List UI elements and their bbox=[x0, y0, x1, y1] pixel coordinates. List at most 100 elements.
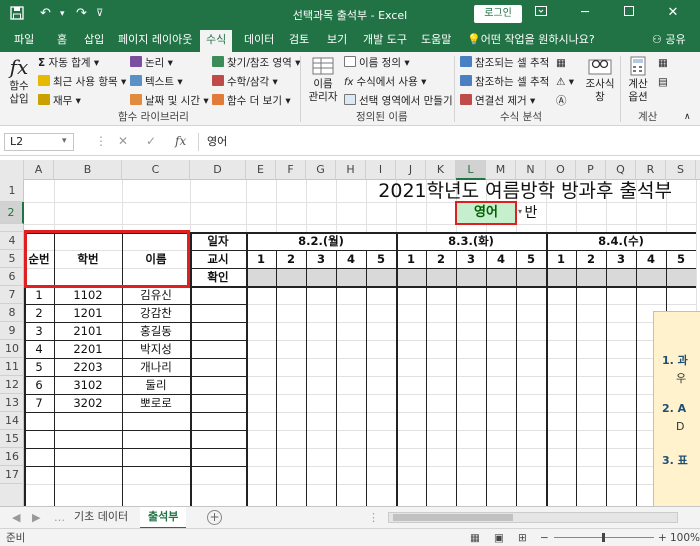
normal-view-icon[interactable]: ▦ bbox=[470, 531, 480, 545]
calculate-now-icon[interactable]: ▦ bbox=[658, 56, 668, 70]
row-header-7[interactable]: 7 bbox=[0, 286, 24, 304]
share-button[interactable]: ⚇ 공유 bbox=[652, 32, 686, 48]
column-header-b[interactable]: B bbox=[54, 160, 122, 180]
use-in-formula-button[interactable]: fx 수식에서 사용 ▾ bbox=[344, 75, 426, 90]
ribbon-display-icon[interactable] bbox=[530, 4, 552, 22]
add-sheet-icon[interactable]: + bbox=[207, 510, 222, 525]
column-header-k[interactable]: K bbox=[426, 160, 456, 180]
column-header-g[interactable]: G bbox=[306, 160, 336, 180]
column-header-e[interactable]: E bbox=[246, 160, 276, 180]
column-header-a[interactable]: A bbox=[24, 160, 54, 180]
more-functions-button[interactable]: 함수 더 보기 ▾ bbox=[212, 94, 291, 108]
evaluate-formula-icon[interactable]: Ⓐ bbox=[556, 94, 567, 108]
page-layout-view-icon[interactable]: ▣ bbox=[494, 531, 504, 545]
row-header-6[interactable]: 6 bbox=[0, 268, 24, 286]
column-header-n[interactable]: N bbox=[516, 160, 546, 180]
row-header-8[interactable]: 8 bbox=[0, 304, 24, 322]
name-manager-button[interactable]: 이름 관리자 bbox=[306, 56, 340, 104]
insert-function-fx-icon[interactable]: fx bbox=[175, 133, 186, 149]
logical-button[interactable]: 논리 ▾ bbox=[130, 56, 173, 70]
instruction-shape[interactable]: 1. 과 우 2. A D 3. 표 bbox=[653, 311, 700, 506]
tab-help[interactable]: 도움말 bbox=[421, 32, 451, 52]
select-all-corner[interactable] bbox=[0, 160, 24, 180]
recent-functions-button[interactable]: 최근 사용 항목 ▾ bbox=[38, 75, 126, 89]
trace-precedents-button[interactable]: 참조되는 셀 추적 bbox=[460, 56, 549, 70]
datetime-button[interactable]: 날짜 및 시간 ▾ bbox=[130, 94, 209, 108]
define-name-button[interactable]: 이름 정의 ▾ bbox=[344, 56, 410, 70]
column-header-q[interactable]: Q bbox=[606, 160, 636, 180]
column-header-i[interactable]: I bbox=[366, 160, 396, 180]
text-functions-button[interactable]: 텍스트 ▾ bbox=[130, 75, 183, 89]
row-header-13[interactable]: 13 bbox=[0, 394, 24, 412]
validation-dropdown-icon[interactable]: ▾ bbox=[518, 207, 522, 216]
row-header-3[interactable]: 3 bbox=[0, 224, 24, 232]
sheet-tab-attendance[interactable]: 출석부 bbox=[140, 507, 187, 529]
horizontal-scrollbar[interactable] bbox=[388, 512, 678, 523]
row-header-15[interactable]: 15 bbox=[0, 430, 24, 448]
tab-data[interactable]: 데이터 bbox=[244, 32, 274, 52]
column-header-f[interactable]: F bbox=[276, 160, 306, 180]
column-header-l[interactable]: L bbox=[456, 160, 486, 180]
zoom-out-icon[interactable]: − bbox=[540, 531, 549, 545]
row-header-10[interactable]: 10 bbox=[0, 340, 24, 358]
minimize-icon[interactable]: ─ bbox=[574, 4, 596, 22]
calculate-sheet-icon[interactable]: ▤ bbox=[658, 75, 668, 89]
row-header-1[interactable]: 1 bbox=[0, 180, 24, 202]
maximize-icon[interactable] bbox=[618, 4, 640, 22]
show-formulas-icon[interactable]: ▦ bbox=[556, 56, 566, 70]
column-header-r[interactable]: R bbox=[636, 160, 666, 180]
row-header-14[interactable]: 14 bbox=[0, 412, 24, 430]
more-sheets-left-icon[interactable]: … bbox=[54, 510, 65, 526]
zoom-in-icon[interactable]: + bbox=[658, 531, 667, 545]
enter-icon[interactable]: ✓ bbox=[146, 133, 156, 149]
scroll-right-icon[interactable]: ▶ bbox=[32, 510, 40, 526]
financial-button[interactable]: 재무 ▾ bbox=[38, 94, 81, 108]
row-header-12[interactable]: 12 bbox=[0, 376, 24, 394]
trace-dependents-button[interactable]: 참조하는 셀 추적 bbox=[460, 75, 549, 89]
page-break-view-icon[interactable]: ⊞ bbox=[518, 531, 527, 545]
zoom-level[interactable]: 100% bbox=[670, 531, 700, 545]
math-button[interactable]: 수학/삼각 ▾ bbox=[212, 75, 278, 89]
row-header-11[interactable]: 11 bbox=[0, 358, 24, 376]
column-header-j[interactable]: J bbox=[396, 160, 426, 180]
spreadsheet-grid[interactable]: ABCDEFGHIJKLMNOPQRS 12345678910111213141… bbox=[0, 160, 700, 506]
sheet-options-icon[interactable]: ⋮ bbox=[368, 510, 379, 526]
row-header-5[interactable]: 5 bbox=[0, 250, 24, 268]
tab-home[interactable]: 홈 bbox=[57, 32, 67, 52]
name-box-dropdown-icon[interactable]: ▾ bbox=[62, 133, 67, 149]
tab-view[interactable]: 보기 bbox=[327, 32, 347, 52]
insert-function-button[interactable]: fx 함수 삽입 bbox=[4, 56, 34, 106]
column-header-c[interactable]: C bbox=[122, 160, 190, 180]
row-header-4[interactable]: 4 bbox=[0, 232, 24, 250]
column-header-d[interactable]: D bbox=[190, 160, 246, 180]
sheet-tab-base-data[interactable]: 기초 데이터 bbox=[66, 507, 136, 529]
row-header-16[interactable]: 16 bbox=[0, 448, 24, 466]
row-header-17[interactable]: 17 bbox=[0, 466, 24, 484]
create-from-selection-button[interactable]: 선택 영역에서 만들기 bbox=[344, 94, 453, 108]
remove-arrows-button[interactable]: 연결선 제거 ▾ bbox=[460, 94, 535, 108]
tell-me-box[interactable]: 💡어떤 작업을 원하시나요? bbox=[467, 32, 595, 48]
collapse-ribbon-icon[interactable]: ∧ bbox=[684, 110, 691, 124]
zoom-slider-thumb[interactable] bbox=[602, 533, 605, 542]
error-checking-icon[interactable]: ⚠ ▾ bbox=[556, 75, 574, 89]
scroll-left-icon[interactable]: ◀ bbox=[12, 510, 20, 526]
row-header-9[interactable]: 9 bbox=[0, 322, 24, 340]
zoom-slider[interactable] bbox=[554, 533, 654, 542]
autosum-button[interactable]: Σ 자동 합계 ▾ bbox=[38, 56, 99, 70]
column-header-p[interactable]: P bbox=[576, 160, 606, 180]
column-header-s[interactable]: S bbox=[666, 160, 696, 180]
cancel-icon[interactable]: ✕ bbox=[118, 133, 128, 149]
scrollbar-thumb[interactable] bbox=[393, 514, 513, 521]
tab-insert[interactable]: 삽입 bbox=[84, 32, 104, 52]
row-header-2[interactable]: 2 bbox=[0, 202, 24, 224]
column-header-o[interactable]: O bbox=[546, 160, 576, 180]
tab-developer[interactable]: 개발 도구 bbox=[363, 32, 407, 52]
login-button[interactable]: 로그인 bbox=[474, 5, 522, 23]
tab-formulas[interactable]: 수식 bbox=[200, 30, 233, 52]
calculation-options-button[interactable]: 계산 옵션 bbox=[624, 56, 652, 104]
column-header-m[interactable]: M bbox=[486, 160, 516, 180]
formula-input[interactable]: 영어 bbox=[198, 133, 698, 151]
watch-window-button[interactable]: 조사식 창 bbox=[582, 56, 618, 104]
tab-file[interactable]: 파일 bbox=[14, 32, 34, 52]
lookup-button[interactable]: 찾기/참조 영역 ▾ bbox=[212, 56, 300, 70]
